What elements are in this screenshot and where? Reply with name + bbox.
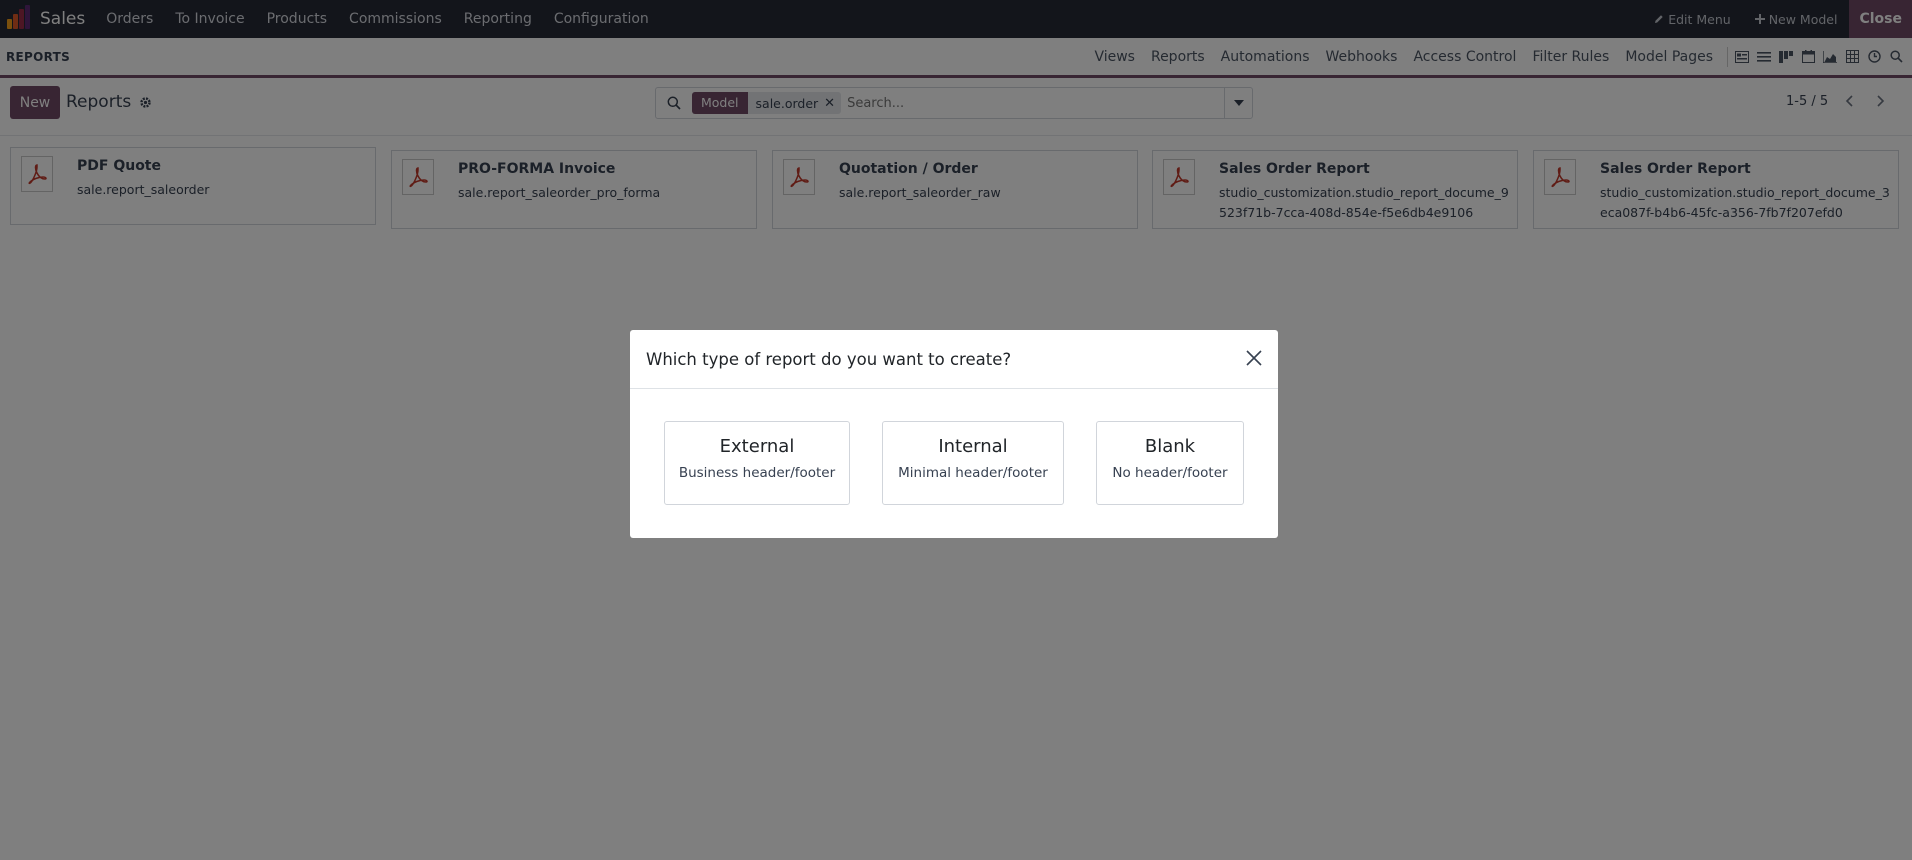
option-description: Minimal header/footer [898, 465, 1048, 481]
report-type-external-button[interactable]: External Business header/footer [664, 421, 850, 505]
report-type-blank-button[interactable]: Blank No header/footer [1096, 421, 1244, 505]
option-description: Business header/footer [678, 465, 836, 481]
report-type-internal-button[interactable]: Internal Minimal header/footer [882, 421, 1064, 505]
option-description: No header/footer [1112, 465, 1228, 481]
option-name: Blank [1144, 436, 1196, 457]
modal-backdrop[interactable]: Which type of report do you want to crea… [0, 0, 1912, 860]
report-type-dialog: Which type of report do you want to crea… [630, 330, 1278, 538]
option-name: Internal [938, 436, 1008, 457]
option-name: External [719, 436, 795, 457]
dialog-header: Which type of report do you want to crea… [630, 330, 1278, 389]
dialog-title: Which type of report do you want to crea… [646, 349, 1012, 369]
close-icon[interactable] [1244, 348, 1264, 368]
